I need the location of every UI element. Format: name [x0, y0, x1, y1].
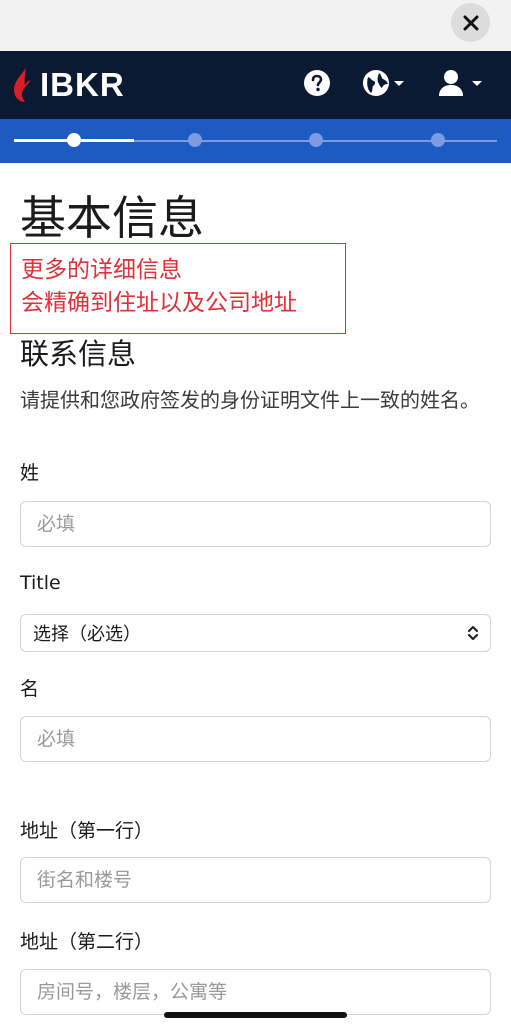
- address-line2-label: 地址（第二行）: [20, 931, 154, 953]
- title-select[interactable]: 选择（必选）: [20, 614, 491, 652]
- address-line1-input[interactable]: [20, 857, 491, 903]
- logo-text: IBKR: [40, 66, 125, 103]
- annotation-box: 更多的详细信息 会精确到住址以及公司地址: [10, 243, 346, 334]
- close-icon: [463, 15, 478, 30]
- user-icon: [439, 70, 463, 96]
- chevron-down-icon: [472, 80, 482, 86]
- annotation-line: 更多的详细信息: [21, 257, 182, 283]
- app-header: IBKR: [0, 51, 511, 119]
- ibkr-logo[interactable]: IBKR: [12, 65, 125, 105]
- title-select-value: 选择（必选）: [33, 624, 141, 645]
- language-button[interactable]: [362, 68, 404, 98]
- address-line2-input[interactable]: [20, 969, 491, 1015]
- address-line1-label: 地址（第一行）: [20, 820, 154, 842]
- first-name-input[interactable]: [20, 716, 491, 762]
- section-title: 联系信息: [20, 337, 137, 371]
- last-name-input[interactable]: [20, 501, 491, 547]
- first-name-label: 名: [20, 678, 40, 700]
- help-icon: [304, 70, 330, 96]
- chevron-down-icon: [394, 80, 404, 86]
- annotation-line: 会精确到住址以及公司地址: [21, 290, 297, 316]
- step-dot-2: [188, 133, 202, 147]
- section-description: 请提供和您政府签发的身份证明文件上一致的姓名。: [20, 388, 480, 412]
- top-bar: [0, 0, 511, 51]
- last-name-label: 姓: [20, 462, 40, 484]
- step-dot-1: [67, 133, 81, 147]
- close-button[interactable]: [451, 3, 490, 42]
- globe-icon: [363, 70, 389, 96]
- flame-logo-icon: [14, 68, 30, 102]
- help-button[interactable]: [303, 68, 331, 98]
- step-dot-4: [431, 133, 445, 147]
- select-chevron-icon: [468, 626, 478, 640]
- progress-stepper: [0, 119, 511, 163]
- page-title: 基本信息: [20, 191, 204, 245]
- home-indicator: [164, 1012, 347, 1018]
- step-dot-3: [309, 133, 323, 147]
- account-button[interactable]: [438, 68, 482, 98]
- title-label: Title: [20, 572, 61, 594]
